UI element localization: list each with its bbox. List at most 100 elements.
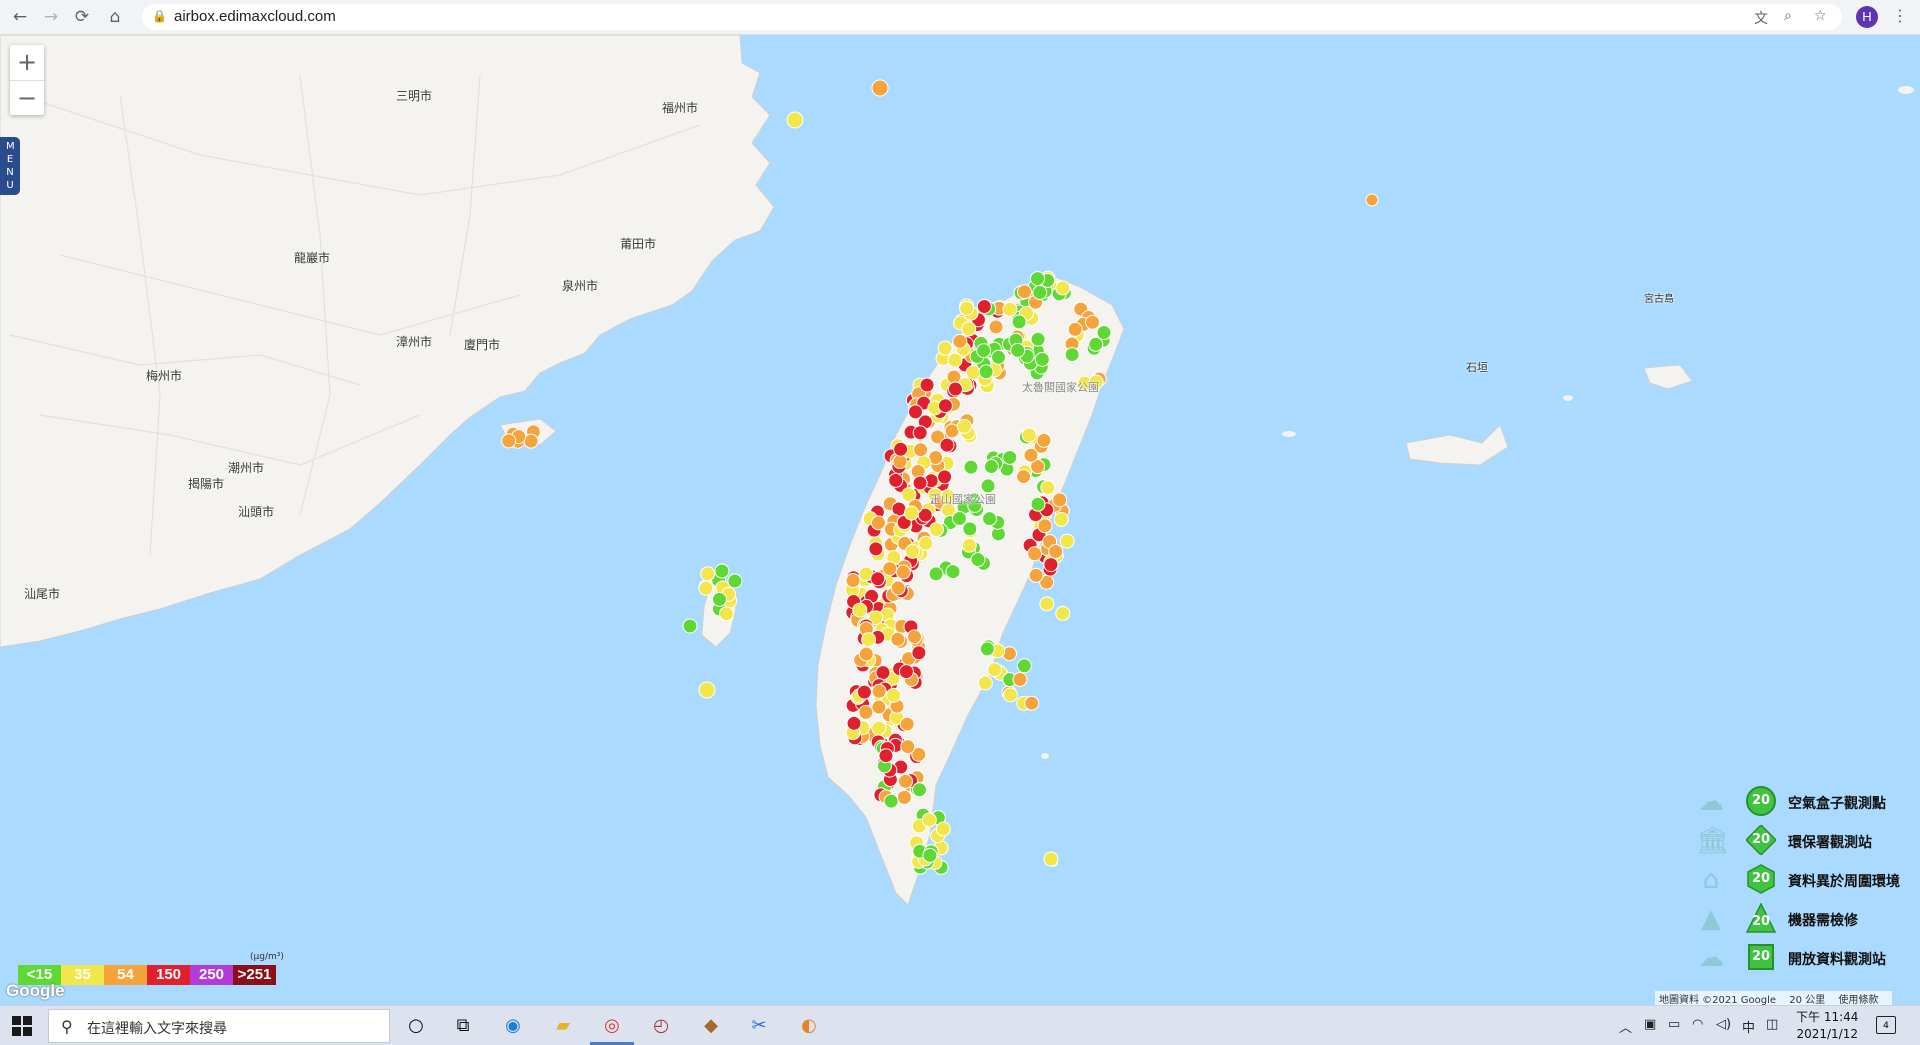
sensor-marker[interactable]: [906, 629, 922, 645]
sensor-marker[interactable]: [1064, 347, 1080, 363]
sensor-marker[interactable]: [912, 782, 928, 798]
sensor-marker[interactable]: [1016, 284, 1032, 300]
sensor-marker[interactable]: [883, 793, 899, 809]
back-icon[interactable]: ←: [9, 6, 31, 28]
sensor-marker[interactable]: [1040, 480, 1056, 496]
sensor-marker[interactable]: [1088, 336, 1104, 352]
sensor-marker[interactable]: [1010, 342, 1026, 358]
sensor-marker[interactable]: [858, 646, 874, 662]
forward-icon[interactable]: →: [40, 6, 62, 28]
sensor-marker[interactable]: [523, 433, 539, 449]
sensor-marker[interactable]: [895, 564, 911, 580]
sensor-marker[interactable]: [1027, 546, 1043, 562]
sensor-marker[interactable]: [1030, 331, 1046, 347]
reload-icon[interactable]: ⟳: [71, 6, 93, 28]
sensor-marker[interactable]: [1365, 193, 1379, 207]
sensor-marker[interactable]: [856, 684, 872, 700]
sensor-marker[interactable]: [845, 573, 861, 589]
sensor-marker[interactable]: [898, 773, 914, 789]
file-explorer-icon[interactable]: ▰: [550, 1014, 576, 1038]
snipping-tool-icon[interactable]: ✂: [746, 1014, 772, 1038]
sensor-marker[interactable]: [871, 720, 887, 736]
more-menu-icon[interactable]: ⋮: [1892, 6, 1908, 25]
sensor-marker[interactable]: [1048, 543, 1064, 559]
sensor-marker[interactable]: [875, 665, 891, 681]
sensor-marker[interactable]: [852, 602, 868, 618]
sensor-marker[interactable]: [890, 580, 906, 596]
home-icon[interactable]: ⌂: [104, 6, 126, 28]
sensor-marker[interactable]: [1034, 351, 1050, 367]
sensor-marker[interactable]: [928, 566, 944, 582]
show-hidden-icons-icon[interactable]: ︿: [1619, 1017, 1632, 1036]
sensor-marker[interactable]: [937, 340, 953, 356]
blender-icon[interactable]: ◐: [796, 1014, 822, 1038]
sensor-marker[interactable]: [1053, 511, 1069, 527]
sensor-marker[interactable]: [970, 552, 986, 568]
volume-icon[interactable]: ◁): [1716, 1017, 1731, 1032]
address-bar[interactable]: 🔒 airbox.edimaxcloud.com 文 ⌕ ☆: [142, 4, 1842, 30]
sensor-marker[interactable]: [922, 847, 938, 863]
terms-link[interactable]: 使用條款: [1838, 995, 1878, 1005]
sensor-marker[interactable]: [1011, 314, 1027, 330]
sensor-marker[interactable]: [501, 433, 517, 449]
chrome-icon[interactable]: ◎: [599, 1014, 625, 1038]
sensor-marker[interactable]: [945, 564, 961, 580]
sensor-marker[interactable]: [961, 321, 977, 337]
meet-now-icon[interactable]: ▣: [1644, 1017, 1656, 1032]
sensor-marker[interactable]: [1028, 567, 1044, 583]
sensor-marker[interactable]: [888, 472, 904, 488]
taskbar-search-box[interactable]: ⚲ 在這裡輸入文字來搜尋: [48, 1009, 390, 1043]
sensor-marker[interactable]: [698, 580, 714, 596]
sensor-marker[interactable]: [1016, 469, 1032, 485]
sensor-marker[interactable]: [939, 437, 955, 453]
sensor-marker[interactable]: [858, 704, 874, 720]
sensor-marker[interactable]: [698, 681, 716, 699]
sensor-marker[interactable]: [977, 675, 993, 691]
sensor-marker[interactable]: [978, 364, 994, 380]
edge-browser-icon[interactable]: ◉: [500, 1014, 526, 1038]
sensor-marker[interactable]: [898, 664, 914, 680]
sensor-marker[interactable]: [1096, 325, 1112, 341]
input-method-indicator[interactable]: 中: [1742, 1017, 1755, 1036]
sensor-marker[interactable]: [900, 739, 916, 755]
windows-start-icon[interactable]: [12, 1016, 32, 1036]
sensor-marker[interactable]: [961, 537, 977, 553]
map-data-credit[interactable]: 地圖資料 ©2021 Google: [1659, 995, 1776, 1005]
sensor-marker[interactable]: [1059, 533, 1075, 549]
sensor-marker[interactable]: [963, 459, 979, 475]
sensor-marker[interactable]: [976, 343, 992, 359]
sensor-marker[interactable]: [878, 748, 894, 764]
sensor-marker[interactable]: [919, 377, 935, 393]
sensor-marker[interactable]: [871, 79, 889, 97]
sensor-marker[interactable]: [896, 789, 912, 805]
notification-center-icon[interactable]: 4: [1876, 1016, 1896, 1034]
sensor-marker[interactable]: [937, 398, 953, 414]
zoom-icon[interactable]: ⌕: [1784, 8, 1792, 24]
sensor-marker[interactable]: [899, 716, 915, 732]
profile-avatar[interactable]: H: [1856, 6, 1878, 28]
bookmark-star-icon[interactable]: ☆: [1814, 8, 1827, 24]
sensor-marker[interactable]: [935, 821, 951, 837]
sensor-marker[interactable]: [1043, 557, 1059, 573]
sensor-marker[interactable]: [912, 475, 928, 491]
sensor-marker[interactable]: [952, 333, 968, 349]
sensor-marker[interactable]: [982, 511, 998, 527]
sensor-marker[interactable]: [959, 300, 975, 316]
sensor-marker[interactable]: [987, 662, 1003, 678]
sensor-marker[interactable]: [1052, 492, 1068, 508]
sensor-marker[interactable]: [868, 541, 884, 557]
sensor-marker[interactable]: [918, 535, 934, 551]
sensor-marker[interactable]: [1084, 314, 1100, 330]
sensor-marker[interactable]: [718, 606, 734, 622]
sensor-marker[interactable]: [786, 111, 804, 129]
sensor-marker[interactable]: [1037, 518, 1053, 534]
sensor-marker[interactable]: [928, 521, 944, 537]
sensor-marker[interactable]: [913, 442, 929, 458]
sensor-marker[interactable]: [846, 715, 862, 731]
sensor-marker[interactable]: [682, 618, 698, 634]
sensor-marker[interactable]: [727, 573, 743, 589]
sensor-marker[interactable]: [870, 571, 886, 587]
sensor-marker[interactable]: [1032, 285, 1048, 301]
sensor-marker[interactable]: [871, 699, 887, 715]
cortana-icon[interactable]: ○: [403, 1014, 429, 1038]
